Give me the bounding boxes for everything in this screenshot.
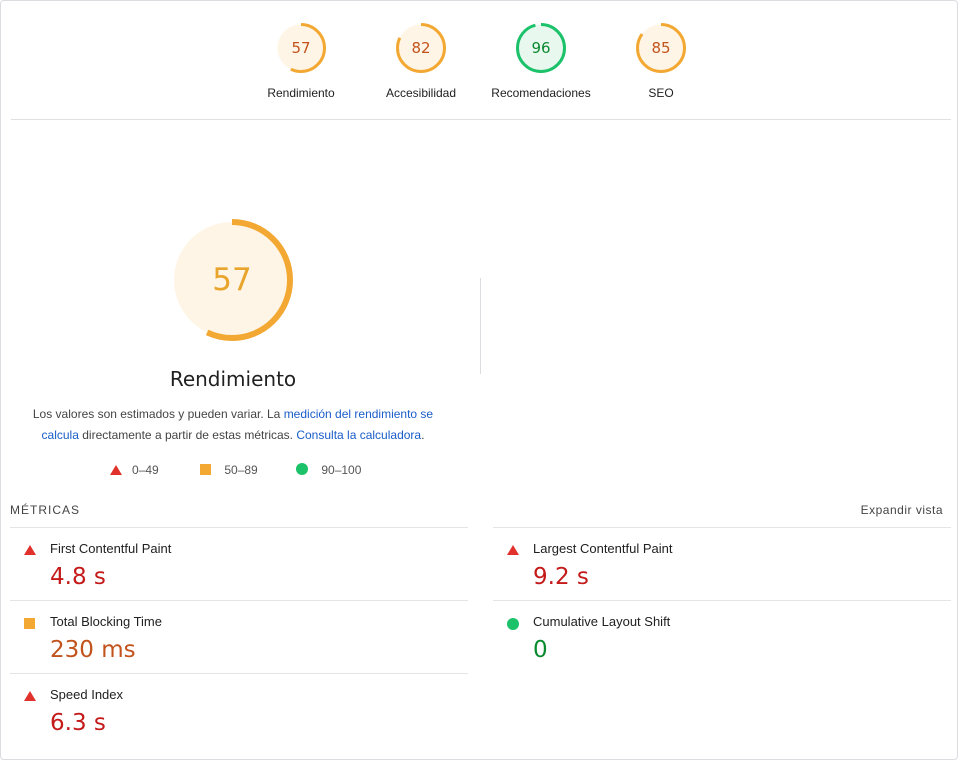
gauge-score: 82 [411,39,431,57]
calculator-link[interactable]: Consulta la calculadora [296,428,421,442]
gauge-score: 96 [531,39,551,57]
metric-value: 9.2 s [533,564,589,590]
triangle-icon [24,691,36,701]
legend-pass: 90–100 [296,463,361,477]
gauge-best-practices[interactable]: 96 Recomendaciones [481,23,601,100]
square-icon [200,464,211,475]
performance-title: Rendimiento [169,367,297,391]
metric-value: 230 ms [50,637,136,663]
desc-text: . [421,428,425,442]
metric-tbt: Total Blocking Time 230 ms [10,600,468,674]
gauge-ring: 57 [276,23,326,73]
metrics-heading: MÉTRICAS [10,503,81,517]
metric-fcp: First Contentful Paint 4.8 s [10,527,468,601]
gauge-performance[interactable]: 57 Rendimiento [241,23,361,100]
metric-value: 0 [533,637,548,663]
gauge-ring: 85 [636,23,686,73]
legend-label: 50–89 [224,463,258,477]
triangle-icon [24,545,36,555]
gauge-label: Recomendaciones [491,86,591,100]
gauge-accessibility[interactable]: 82 Accesibilidad [361,23,481,100]
square-icon [24,618,35,629]
metric-value: 4.8 s [50,564,106,590]
legend-fail: 0–49 [110,463,159,477]
metric-speed-index: Speed Index 6.3 s [10,673,468,747]
legend-label: 0–49 [132,463,159,477]
metric-name: Total Blocking Time [50,614,162,629]
performance-score: 57 [212,262,252,298]
metric-value: 6.3 s [50,710,106,736]
metric-name: Speed Index [50,687,124,702]
metric-cls: Cumulative Layout Shift 0 [493,600,951,674]
triangle-icon [507,545,519,555]
desc-text: Los valores son estimados y pueden varia… [32,407,284,421]
metric-name: Cumulative Layout Shift [533,614,671,629]
desc-text: directamente a partir de estas métricas. [78,428,297,442]
triangle-icon [110,465,122,475]
category-gauges: 57 Rendimiento 82 Accesibilidad 96 Recom… [0,0,960,120]
legend-label: 90–100 [321,463,362,477]
gauge-ring: 96 [516,23,566,73]
header-divider [11,119,951,120]
gauge-score: 57 [291,39,311,57]
circle-icon [507,618,519,630]
gauge-label: Rendimiento [267,86,335,100]
metric-name: First Contentful Paint [50,541,172,556]
circle-icon [296,463,308,475]
gauge-label: SEO [648,86,674,100]
vertical-divider [480,278,481,374]
gauge-seo[interactable]: 85 SEO [601,23,721,100]
gauge-label: Accesibilidad [385,86,457,100]
gauge-score: 85 [651,39,671,57]
performance-description: Los valores son estimados y pueden varia… [30,404,436,446]
metric-lcp: Largest Contentful Paint 9.2 s [493,527,951,601]
expand-view-button[interactable]: Expandir vista [861,503,943,517]
performance-gauge: 57 [171,219,293,341]
metric-name: Largest Contentful Paint [533,541,673,556]
legend-average: 50–89 [200,463,258,477]
gauge-ring: 82 [396,23,446,73]
